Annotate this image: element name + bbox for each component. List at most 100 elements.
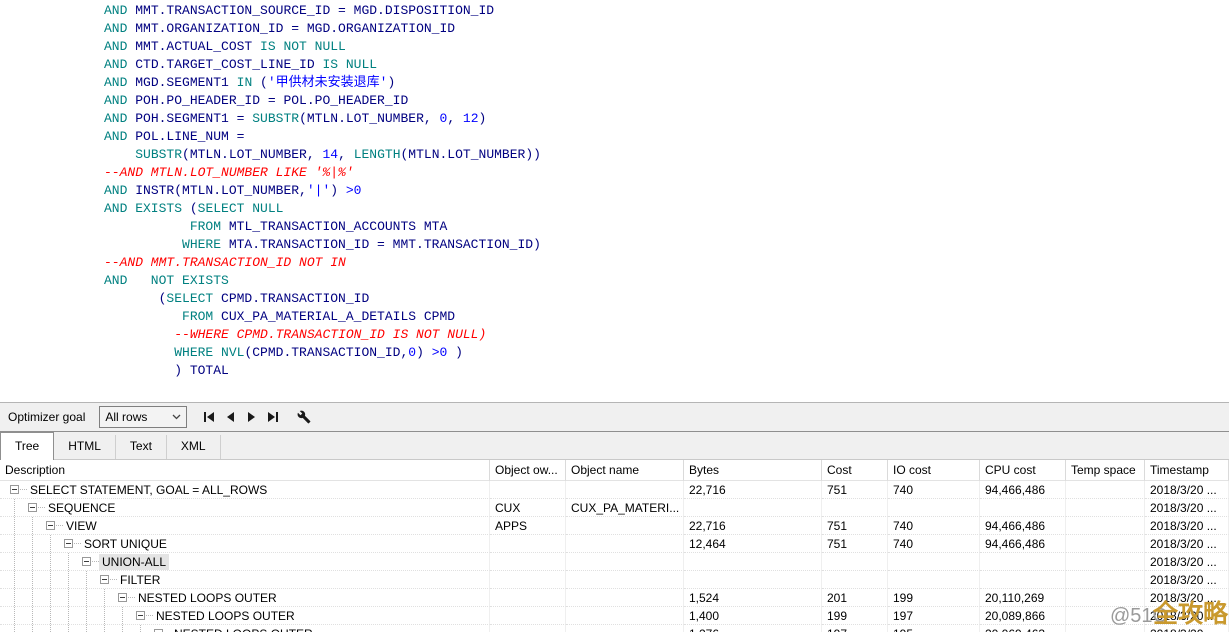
cell-object-name xyxy=(566,589,684,607)
cell-object-ow xyxy=(490,481,566,499)
plan-operation-label: VIEW xyxy=(63,518,100,534)
cell-bytes xyxy=(684,553,822,571)
cell-timestamp: 2018/3/20 ... xyxy=(1145,499,1229,517)
plan-row[interactable]: NESTED LOOPS OUTER1,40019919720,089,8662… xyxy=(0,607,1229,625)
plan-operation-label: SORT UNIQUE xyxy=(81,536,170,552)
plan-operation-label: UNION-ALL xyxy=(99,554,169,570)
tree-guide-line xyxy=(86,625,87,632)
collapse-minus-icon[interactable] xyxy=(10,485,19,494)
plan-row[interactable]: UNION-ALL 2018/3/20 ... xyxy=(0,553,1229,571)
tree-connector xyxy=(110,579,117,580)
tree-guide-line xyxy=(14,589,15,606)
plan-row[interactable]: VIEWAPPS22,71675174094,466,4862018/3/20 … xyxy=(0,517,1229,535)
plan-row[interactable]: SEQUENCECUXCUX_PA_MATERI...2018/3/20 ... xyxy=(0,499,1229,517)
column-header-temp-space[interactable]: Temp space xyxy=(1066,460,1145,481)
tab-html[interactable]: HTML xyxy=(54,435,116,459)
cell-bytes: 1,524 xyxy=(684,589,822,607)
next-record-button[interactable] xyxy=(243,409,260,425)
column-header-cpu-cost[interactable]: CPU cost xyxy=(980,460,1066,481)
cell-timestamp: 2018/3/20 ... xyxy=(1145,481,1229,499)
tree-guide-line xyxy=(122,625,123,632)
sql-line: AND POH.PO_HEADER_ID = POL.PO_HEADER_ID xyxy=(104,92,1229,110)
column-header-description[interactable]: Description xyxy=(0,460,490,481)
plan-operation-label: SELECT STATEMENT, GOAL = ALL_ROWS xyxy=(27,482,270,498)
tree-guide-line xyxy=(86,571,87,588)
cell-timestamp: 2018/3/20 ... xyxy=(1145,517,1229,535)
sql-line: AND EXISTS (SELECT NULL xyxy=(104,200,1229,218)
collapse-minus-icon[interactable] xyxy=(136,611,145,620)
collapse-minus-icon[interactable] xyxy=(100,575,109,584)
column-header-timestamp[interactable]: Timestamp xyxy=(1145,460,1229,481)
sql-line: AND MMT.ACTUAL_COST IS NOT NULL xyxy=(104,38,1229,56)
last-record-button[interactable] xyxy=(264,409,281,425)
collapse-minus-icon[interactable] xyxy=(46,521,55,530)
cell-cost: 201 xyxy=(822,589,888,607)
sql-line: FROM MTL_TRANSACTION_ACCOUNTS MTA xyxy=(104,218,1229,236)
cell-cpu-cost xyxy=(980,553,1066,571)
tree-guide-line xyxy=(104,589,105,606)
column-header-cost[interactable]: Cost xyxy=(822,460,888,481)
tab-xml[interactable]: XML xyxy=(167,435,221,459)
tree-guide-line xyxy=(86,589,87,606)
column-header-io-cost[interactable]: IO cost xyxy=(888,460,980,481)
settings-button[interactable] xyxy=(295,409,312,425)
cell-cost: 751 xyxy=(822,517,888,535)
sql-line: WHERE NVL(CPMD.TRANSACTION_ID,0) >0 ) xyxy=(104,344,1229,362)
plan-operation-label: NESTED LOOPS OUTER xyxy=(135,590,280,606)
sql-line: WHERE MTA.TRANSACTION_ID = MMT.TRANSACTI… xyxy=(104,236,1229,254)
watermark: @51C全攻略 xyxy=(1110,594,1228,630)
collapse-minus-icon[interactable] xyxy=(28,503,37,512)
result-tabs: TreeHTMLTextXML xyxy=(0,431,1229,460)
first-record-button[interactable] xyxy=(201,409,218,425)
cell-cpu-cost: 20,089,866 xyxy=(980,607,1066,625)
cell-object-ow xyxy=(490,607,566,625)
column-header-object-name[interactable]: Object name xyxy=(566,460,684,481)
plan-operation-label: NESTED LOOPS OUTER xyxy=(171,626,316,632)
collapse-minus-icon[interactable] xyxy=(64,539,73,548)
cell-temp-space xyxy=(1066,553,1145,571)
cell-object-name xyxy=(566,481,684,499)
tree-guide-line xyxy=(50,571,51,588)
explain-plan-toolbar: Optimizer goal All rows xyxy=(0,403,1229,431)
plan-row[interactable]: FILTER2018/3/20 ... xyxy=(0,571,1229,589)
column-header-object-ow[interactable]: Object ow... xyxy=(490,460,566,481)
tab-tree[interactable]: Tree xyxy=(0,432,54,460)
sql-line: AND MMT.ORGANIZATION_ID = MGD.ORGANIZATI… xyxy=(104,20,1229,38)
tree-guide-line xyxy=(50,535,51,552)
cell-object-name xyxy=(566,553,684,571)
cell-cpu-cost xyxy=(980,499,1066,517)
cell-temp-space xyxy=(1066,517,1145,535)
cell-cpu-cost: 94,466,486 xyxy=(980,535,1066,553)
cell-cpu-cost: 20,069,463 xyxy=(980,625,1066,632)
plan-table-body: SELECT STATEMENT, GOAL = ALL_ROWS22,7167… xyxy=(0,481,1229,632)
cell-io-cost xyxy=(888,571,980,589)
cell-bytes: 1,276 xyxy=(684,625,822,632)
plan-row[interactable]: SELECT STATEMENT, GOAL = ALL_ROWS22,7167… xyxy=(0,481,1229,499)
cell-temp-space xyxy=(1066,481,1145,499)
optimizer-goal-label: Optimizer goal xyxy=(8,410,85,424)
cell-cost: 751 xyxy=(822,535,888,553)
collapse-minus-icon[interactable] xyxy=(82,557,91,566)
plan-row[interactable]: NESTED LOOPS OUTER1,52420119920,110,2692… xyxy=(0,589,1229,607)
column-header-bytes[interactable]: Bytes xyxy=(684,460,822,481)
optimizer-goal-select[interactable]: All rows xyxy=(99,406,187,428)
tree-guide-line xyxy=(32,589,33,606)
cell-cpu-cost xyxy=(980,571,1066,589)
cell-temp-space xyxy=(1066,571,1145,589)
plan-row[interactable]: SORT UNIQUE12,46475174094,466,4862018/3/… xyxy=(0,535,1229,553)
sql-editor[interactable]: AND MMT.TRANSACTION_SOURCE_ID = MGD.DISP… xyxy=(0,0,1229,403)
optimizer-goal-value: All rows xyxy=(105,410,147,424)
prev-record-button[interactable] xyxy=(222,409,239,425)
watermark-suffix: 全攻略 xyxy=(1153,600,1228,628)
plan-operation-label: SEQUENCE xyxy=(45,500,118,516)
cell-object-name xyxy=(566,535,684,553)
plan-row[interactable]: NESTED LOOPS OUTER1,27619719520,069,4632… xyxy=(0,625,1229,632)
sql-line: AND POH.SEGMENT1 = SUBSTR(MTLN.LOT_NUMBE… xyxy=(104,110,1229,128)
tab-text[interactable]: Text xyxy=(116,435,167,459)
tree-connector xyxy=(20,489,27,490)
collapse-minus-icon[interactable] xyxy=(118,593,127,602)
cell-timestamp: 2018/3/20 ... xyxy=(1145,553,1229,571)
cell-cpu-cost: 94,466,486 xyxy=(980,517,1066,535)
cell-io-cost: 199 xyxy=(888,589,980,607)
tree-guide-line xyxy=(14,499,15,516)
